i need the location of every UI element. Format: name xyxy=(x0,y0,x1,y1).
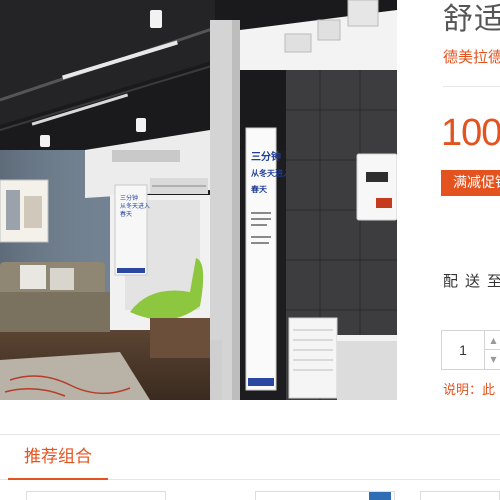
brand-name[interactable]: 德美拉德 xyxy=(443,46,500,67)
quantity-input[interactable]: 1 xyxy=(442,331,484,369)
purchase-note: 说明：此 xyxy=(443,383,496,398)
quantity-arrows: ▲ ▼ xyxy=(484,331,500,369)
divider xyxy=(443,86,500,87)
recommend-tab-bar: 推荐组合 xyxy=(0,434,500,480)
combo-badge xyxy=(369,492,391,500)
showroom-render: 三分钟 从冬天进入 春天 三分钟 从冬天进入 春天 xyxy=(0,0,397,400)
product-info-panel: 舒适 德美拉德 100 满减促销 配送至 1 ▲ ▼ 说明：此 xyxy=(397,0,500,410)
poster-line3: 春天 xyxy=(251,184,268,194)
poster-line2: 从冬天进入 xyxy=(251,168,291,178)
ship-to-label: 配送至 xyxy=(443,272,500,290)
product-main-image[interactable]: 三分钟 从冬天进入 春天 三分钟 从冬天进入 春天 xyxy=(0,0,397,400)
poster-line1: 三分钟 xyxy=(251,150,281,163)
chevron-down-icon[interactable]: ▼ xyxy=(485,350,500,369)
small-poster-line1: 三分钟 xyxy=(120,194,138,202)
product-price: 100 xyxy=(441,112,500,154)
combo-item-card[interactable] xyxy=(420,491,500,500)
tab-recommend-combo[interactable]: 推荐组合 xyxy=(8,435,108,480)
product-title: 舒适 xyxy=(443,2,500,37)
chevron-up-icon[interactable]: ▲ xyxy=(485,331,500,350)
small-poster-line2: 从冬天进入 xyxy=(120,202,150,210)
quantity-stepper[interactable]: 1 ▲ ▼ xyxy=(441,330,500,370)
combo-item-card[interactable] xyxy=(26,491,166,500)
promo-badge[interactable]: 满减促销 xyxy=(441,170,500,196)
small-poster-line3: 春天 xyxy=(120,210,132,218)
